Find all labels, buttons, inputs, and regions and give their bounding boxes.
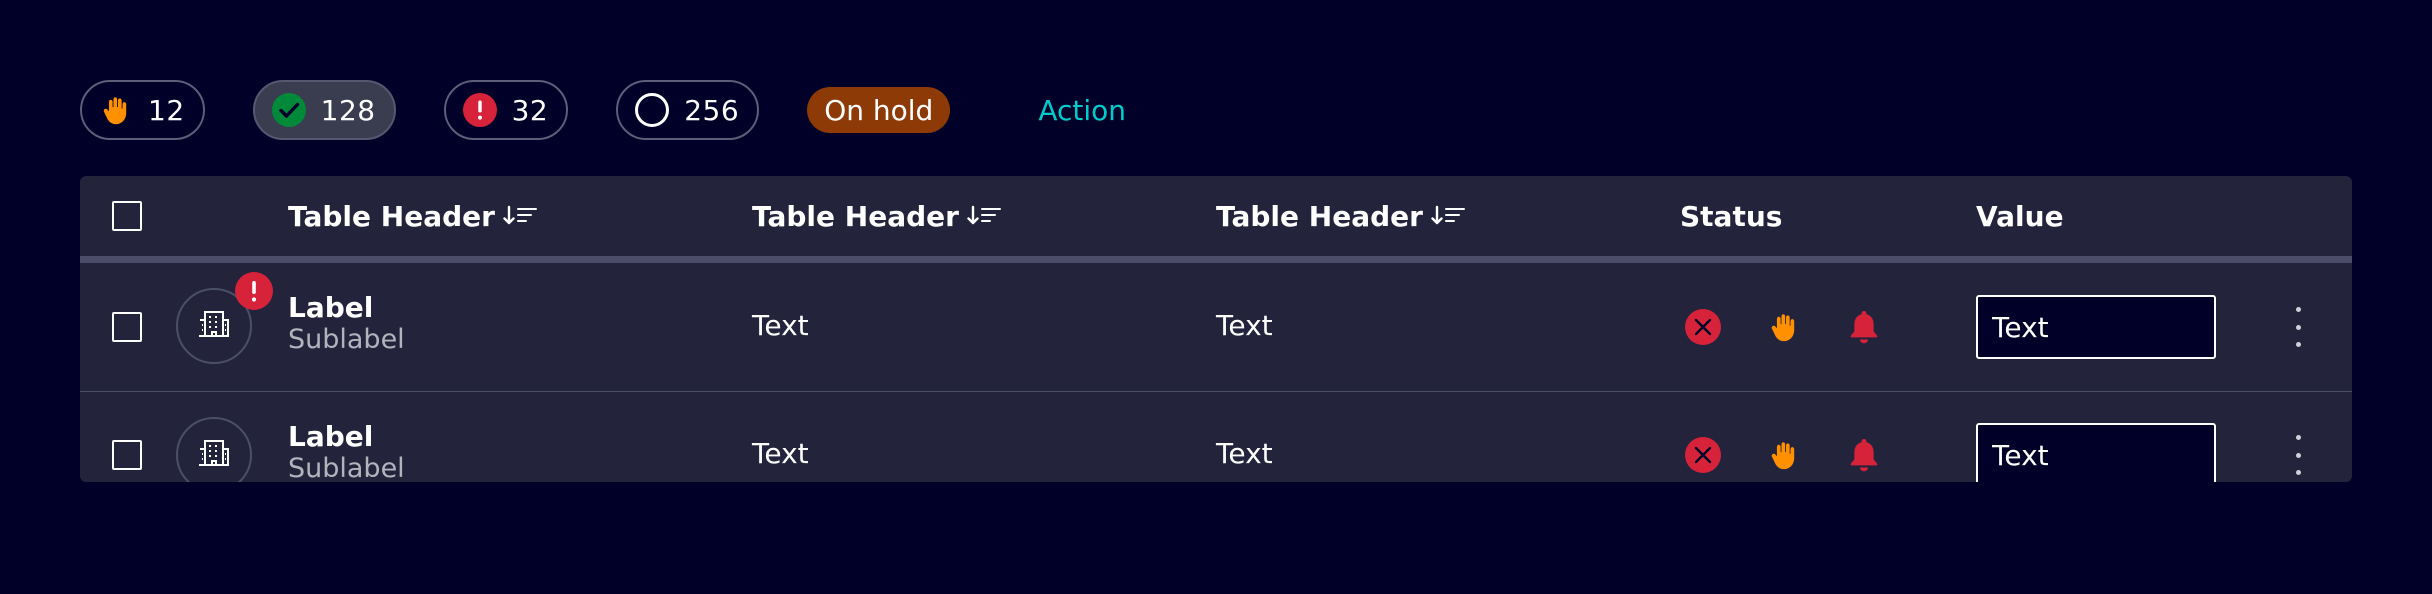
filter-pill-on-hold[interactable]: 12	[80, 80, 205, 140]
table-cell: Text	[752, 437, 809, 470]
table-row: Label Sublabel Text Text	[80, 263, 2352, 391]
table-cell: Text	[752, 309, 809, 342]
row-sublabel: Sublabel	[288, 453, 405, 482]
column-header-status: Status	[1680, 199, 1783, 233]
on-hold-badge: On hold	[807, 87, 951, 133]
building-icon	[196, 306, 232, 346]
column-header-label: Table Header	[288, 199, 495, 233]
filter-pill-unknown[interactable]: 256	[616, 80, 760, 140]
row-label: Label	[288, 420, 374, 453]
filter-count: 256	[684, 93, 740, 127]
column-header-value: Value	[1976, 199, 2064, 233]
table-cell: Text	[1216, 437, 1273, 470]
value-input[interactable]	[1976, 423, 2216, 482]
data-table: Table Header Table Header Table Header S…	[80, 176, 2352, 482]
error-x-icon	[1683, 435, 1723, 475]
column-header-1[interactable]: Table Header	[288, 176, 539, 256]
building-icon	[196, 435, 232, 475]
bell-icon	[1844, 307, 1884, 347]
header-divider	[80, 256, 2352, 263]
more-options-icon[interactable]	[2288, 435, 2308, 475]
empty-circle-icon	[634, 92, 670, 128]
row-label: Label	[288, 291, 374, 324]
row-checkbox[interactable]	[112, 440, 142, 470]
hand-icon	[98, 92, 134, 128]
avatar	[176, 417, 252, 482]
filter-count: 128	[320, 93, 376, 127]
filter-count: 12	[148, 93, 185, 127]
hand-icon	[1764, 307, 1804, 347]
sort-icon[interactable]	[503, 204, 539, 228]
filter-bar: 12 128 32 256 On hold Action	[80, 78, 1126, 142]
hand-icon	[1764, 435, 1804, 475]
alert-badge-icon	[235, 272, 273, 310]
sort-icon[interactable]	[1431, 204, 1467, 228]
filter-pill-success[interactable]: 128	[252, 80, 396, 140]
table-row: Label Sublabel Text Text	[80, 392, 2352, 482]
column-header-3[interactable]: Table Header	[1216, 176, 1467, 256]
column-header-2[interactable]: Table Header	[752, 176, 1003, 256]
action-link[interactable]: Action	[1038, 94, 1126, 127]
filter-count: 32	[511, 93, 549, 127]
row-checkbox[interactable]	[112, 312, 142, 342]
row-sublabel: Sublabel	[288, 324, 405, 355]
bell-icon	[1844, 435, 1884, 475]
alarm-circle-icon	[462, 92, 498, 128]
value-input[interactable]	[1976, 295, 2216, 359]
error-x-icon	[1683, 307, 1723, 347]
check-circle-icon	[271, 92, 307, 128]
select-all-checkbox[interactable]	[112, 201, 142, 231]
column-header-label: Table Header	[752, 199, 959, 233]
sort-icon[interactable]	[967, 204, 1003, 228]
filter-pill-alarm[interactable]: 32	[443, 80, 569, 140]
more-options-icon[interactable]	[2288, 307, 2308, 347]
table-cell: Text	[1216, 309, 1273, 342]
table-header-row: Table Header Table Header Table Header S…	[80, 176, 2352, 256]
column-header-label: Table Header	[1216, 199, 1423, 233]
